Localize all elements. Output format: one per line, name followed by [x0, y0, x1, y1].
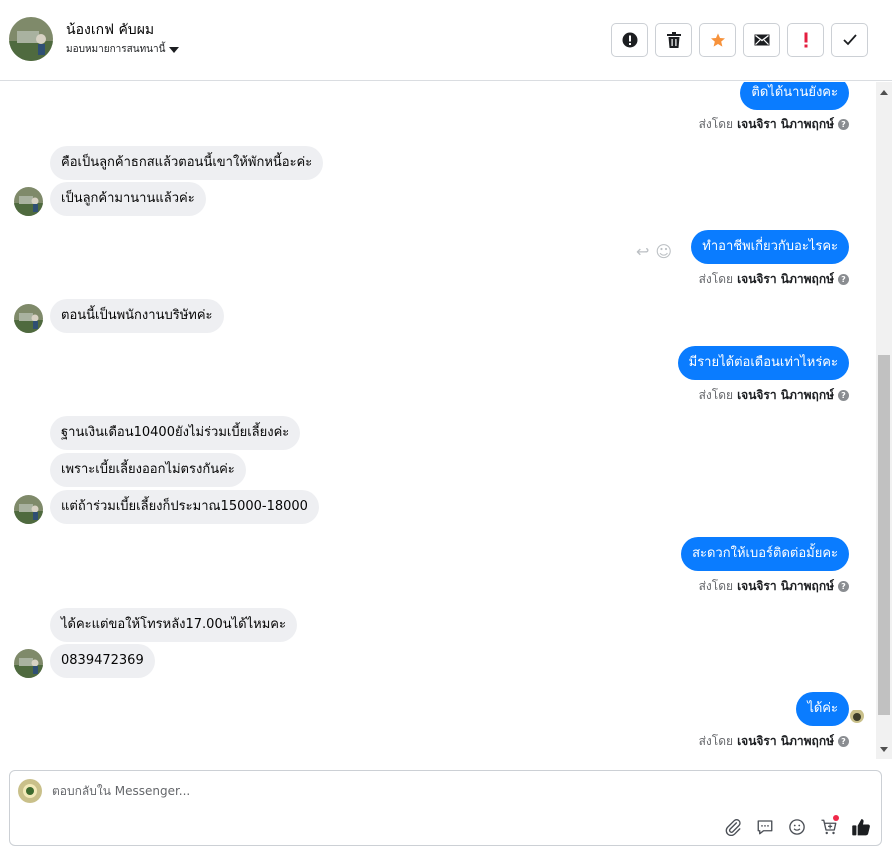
- done-button[interactable]: [831, 23, 868, 57]
- sender-name: เจนจิรา นิภาพฤกษ์: [737, 388, 834, 402]
- star-icon: [710, 33, 725, 47]
- exclamation-icon: [804, 32, 807, 48]
- seen-avatar: [850, 709, 864, 723]
- contact-avatar-small: [14, 187, 43, 216]
- assign-conversation-dropdown[interactable]: มอบหมายการสนทนานี้: [66, 42, 180, 57]
- sent-by-label: ส่งโดย เจนจิรา นิภาพฤกษ์ ?: [699, 115, 849, 134]
- sent-by-label: ส่งโดย เจนจิรา นิภาพฤกษ์ ?: [699, 732, 849, 751]
- sender-name: เจนจิรา นิภาพฤกษ์: [737, 117, 834, 131]
- message-thread: ติดได้นานยังคะ ส่งโดย เจนจิรา นิภาพฤกษ์ …: [0, 82, 876, 759]
- help-icon[interactable]: ?: [838, 390, 849, 401]
- sent-by-label: ส่งโดย เจนจิรา นิภาพฤกษ์ ?: [699, 270, 849, 289]
- conversation-header: น้องเกฟ คับผม มอบหมายการสนทนานี้: [0, 0, 892, 81]
- contact-avatar[interactable]: [9, 17, 53, 61]
- outgoing-message[interactable]: ทำอาชีพเกี่ยวกับอะไรคะ: [691, 230, 849, 264]
- sent-by-prefix: ส่งโดย: [698, 272, 734, 286]
- scroll-down-arrow-icon[interactable]: [876, 741, 892, 757]
- saved-replies-icon[interactable]: [755, 817, 775, 837]
- outgoing-message[interactable]: สะดวกให้เบอร์ติดต่อมั้ยคะ: [681, 537, 849, 571]
- outgoing-message[interactable]: ได้ค่ะ: [796, 692, 849, 726]
- reply-input[interactable]: [52, 781, 652, 801]
- delete-button[interactable]: [655, 23, 692, 57]
- incoming-message[interactable]: ฐานเงินเดือน10400ยังไม่ร่วมเบี้ยเลี้ยงค่…: [50, 416, 301, 450]
- sent-by-prefix: ส่งโดย: [698, 117, 734, 131]
- sent-by-label: ส่งโดย เจนจิรา นิภาพฤกษ์ ?: [699, 577, 849, 596]
- caret-down-icon: [169, 46, 180, 53]
- emoji-icon[interactable]: [787, 817, 807, 837]
- mark-unread-button[interactable]: [743, 23, 780, 57]
- incoming-message[interactable]: ได้คะแต่ขอให้โทรหลัง17.00นได้ไหมคะ: [50, 608, 297, 642]
- sent-by-label: ส่งโดย เจนจิรา นิภาพฤกษ์ ?: [699, 386, 849, 405]
- sender-name: เจนจิรา นิภาพฤกษ์: [737, 734, 834, 748]
- alert-circle-icon: [622, 32, 637, 48]
- assign-label: มอบหมายการสนทนานี้: [66, 44, 166, 55]
- outgoing-message[interactable]: มีรายได้ต่อเดือนเท่าไหร่คะ: [677, 346, 849, 380]
- reply-composer: [9, 770, 882, 846]
- contact-avatar-small: [14, 495, 43, 524]
- message-actions: ↩ ☺: [636, 242, 672, 261]
- sent-by-prefix: ส่งโดย: [698, 579, 734, 593]
- page-avatar: [18, 779, 42, 803]
- composer-tools: [723, 815, 871, 837]
- incoming-message[interactable]: เป็นลูกค้ามานานแล้วค่ะ: [50, 182, 206, 216]
- sent-by-prefix: ส่งโดย: [698, 734, 734, 748]
- incoming-message[interactable]: แต่ถ้าร่วมเบี้ยเลี้ยงก็ประมาณ15000-18000: [50, 490, 319, 524]
- help-icon[interactable]: ?: [838, 736, 849, 747]
- sender-name: เจนจิรา นิภาพฤกษ์: [737, 272, 834, 286]
- follow-up-button[interactable]: [787, 23, 824, 57]
- sender-name: เจนจิรา นิภาพฤกษ์: [737, 579, 834, 593]
- contact-avatar-small: [14, 649, 43, 678]
- reply-icon[interactable]: ↩: [636, 242, 649, 261]
- help-icon[interactable]: ?: [838, 581, 849, 592]
- incoming-message[interactable]: เพราะเบี้ยเลี้ยงออกไม่ตรงกันค่ะ: [50, 453, 246, 487]
- trash-icon: [666, 32, 681, 48]
- star-button[interactable]: [699, 23, 736, 57]
- conversation-actions: [611, 23, 868, 57]
- cart-icon[interactable]: [819, 815, 839, 837]
- incoming-message[interactable]: ตอนนี้เป็นพนักงานบริษัทค่ะ: [50, 299, 224, 333]
- incoming-message[interactable]: คือเป็นลูกค้าธกสแล้วตอนนี้เขาให้พักหนี้อ…: [50, 146, 324, 180]
- help-icon[interactable]: ?: [838, 119, 849, 130]
- scroll-thumb[interactable]: [878, 355, 890, 715]
- thumbs-up-icon[interactable]: [851, 817, 871, 837]
- thread-scrollbar[interactable]: [876, 82, 892, 759]
- react-emoji-icon[interactable]: ☺: [655, 242, 672, 261]
- sent-by-prefix: ส่งโดย: [698, 388, 734, 402]
- contact-name[interactable]: น้องเกฟ คับผม: [66, 19, 154, 41]
- contact-avatar-small: [14, 304, 43, 333]
- incoming-message[interactable]: 0839472369: [50, 644, 155, 678]
- envelope-icon: [754, 34, 769, 46]
- check-icon: [842, 34, 857, 46]
- spam-button[interactable]: [611, 23, 648, 57]
- paperclip-icon[interactable]: [723, 817, 743, 837]
- help-icon[interactable]: ?: [838, 274, 849, 285]
- notification-dot: [833, 815, 839, 821]
- outgoing-message[interactable]: ติดได้นานยังคะ: [740, 82, 849, 110]
- scroll-up-arrow-icon[interactable]: [876, 84, 892, 100]
